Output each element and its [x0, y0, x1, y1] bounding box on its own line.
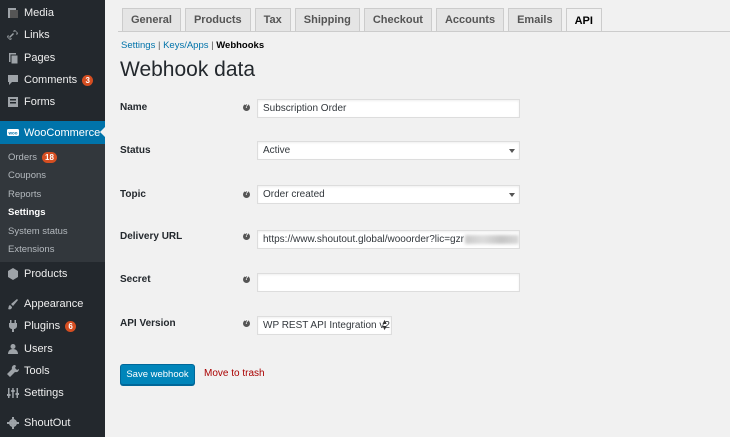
appearance-icon: [7, 298, 19, 310]
sidebar-item-tools[interactable]: Tools: [0, 360, 105, 382]
tab-divider: [118, 31, 730, 32]
help-icon[interactable]: ?: [243, 233, 250, 240]
gear-icon: [7, 417, 19, 429]
sidebar-item-label: WooCommerce: [24, 126, 101, 139]
sidebar-item-pages[interactable]: Pages: [0, 47, 105, 69]
api-version-selected-value: WP REST API Integration v2: [263, 320, 390, 331]
forms-icon: [7, 96, 19, 108]
orders-count-badge: 18: [42, 151, 57, 163]
updown-arrows-icon: ▲ ▼: [381, 319, 388, 332]
svg-text:woo: woo: [8, 130, 18, 135]
comments-count-badge: 3: [82, 74, 94, 86]
sidebar-item-users[interactable]: Users: [0, 338, 105, 360]
api-version-select[interactable]: WP REST API Integration v2 ▲ ▼: [257, 316, 392, 335]
secret-label: Secret: [120, 274, 151, 285]
subnav-separator: |: [157, 40, 161, 51]
comments-icon: [7, 74, 19, 86]
sidebar-item-label: Comments: [24, 74, 78, 86]
delivery-url-input[interactable]: https://www.shoutout.global/wooorder?lic…: [257, 230, 520, 249]
sidebar-item-settings[interactable]: Settings: [0, 382, 105, 404]
admin-sidebar: Media Links Pages Comments 3 Forms woo W…: [0, 0, 105, 437]
sidebar-item-media[interactable]: Media: [0, 2, 105, 24]
woocommerce-icon: woo: [7, 127, 19, 139]
sidebar-item-woocommerce[interactable]: woo WooCommerce: [0, 121, 105, 144]
sidebar-item-label: Plugins: [24, 320, 61, 332]
topic-selected-value: Order created: [263, 189, 325, 200]
delivery-url-label: Delivery URL: [120, 231, 183, 242]
products-icon: [7, 268, 19, 280]
tools-icon: [7, 365, 19, 377]
name-label: Name: [120, 102, 148, 113]
submenu-item-system-status[interactable]: System status: [8, 224, 68, 238]
tab-shipping[interactable]: Shipping: [294, 8, 360, 31]
topic-label: Topic: [120, 189, 146, 200]
subnav-separator: |: [211, 40, 214, 51]
settings-icon: [7, 387, 19, 399]
help-icon[interactable]: ?: [243, 104, 250, 111]
tab-checkout[interactable]: Checkout: [363, 8, 432, 31]
submenu-item-orders[interactable]: Orders 18: [8, 150, 57, 164]
subnav-keys-apps-link[interactable]: Keys/Apps: [163, 40, 208, 51]
subnav-webhooks-current: Webhooks: [216, 40, 265, 51]
sidebar-item-links[interactable]: Links: [0, 24, 105, 46]
sidebar-item-appearance[interactable]: Appearance: [0, 293, 105, 315]
submenu-item-reports[interactable]: Reports: [8, 187, 41, 201]
plugins-icon: [7, 320, 19, 332]
sidebar-item-label: Users: [24, 343, 53, 355]
delivery-url-value: https://www.shoutout.global/wooorder?lic…: [263, 234, 464, 245]
pages-icon: [7, 52, 19, 64]
submenu-item-label: Orders: [8, 151, 38, 163]
move-to-trash-link[interactable]: Move to trash: [204, 368, 265, 379]
sidebar-item-comments[interactable]: Comments 3: [0, 69, 105, 91]
sidebar-item-label: Forms: [24, 96, 56, 108]
woocommerce-submenu: Orders 18 Coupons Reports Settings Syste…: [0, 144, 105, 262]
sidebar-item-label: Appearance: [24, 298, 84, 310]
help-icon[interactable]: ?: [243, 320, 250, 327]
status-label: Status: [120, 145, 151, 156]
webhook-name-value: Subscription Order: [263, 103, 347, 114]
redacted-text: [464, 235, 519, 244]
tab-api[interactable]: API: [565, 8, 602, 32]
sidebar-item-label: ShoutOut: [24, 417, 71, 429]
users-icon: [7, 343, 19, 355]
settings-tabs: General Products Tax Shipping Checkout A…: [122, 8, 606, 32]
api-version-label: API Version: [120, 318, 176, 329]
sidebar-item-plugins[interactable]: Plugins 6: [0, 315, 105, 337]
tab-tax[interactable]: Tax: [254, 8, 291, 31]
sidebar-item-label: Products: [24, 268, 68, 280]
chevron-down-icon: [509, 193, 515, 200]
sidebar-item-forms[interactable]: Forms: [0, 91, 105, 113]
webhook-name-input[interactable]: Subscription Order: [257, 99, 520, 118]
section-subnav: Settings | Keys/Apps | Webhooks: [121, 40, 264, 51]
help-icon[interactable]: ?: [243, 191, 250, 198]
help-icon[interactable]: ?: [243, 276, 250, 283]
sidebar-item-label: Settings: [24, 387, 64, 399]
page-title: Webhook data: [120, 58, 256, 81]
sidebar-item-label: Media: [24, 7, 54, 19]
chevron-down-icon: [509, 149, 515, 156]
topic-select[interactable]: Order created: [257, 185, 520, 204]
submenu-item-settings[interactable]: Settings: [8, 205, 45, 219]
plugins-count-badge: 6: [65, 320, 77, 332]
tab-general[interactable]: General: [122, 8, 181, 31]
tab-products[interactable]: Products: [184, 8, 251, 31]
tab-emails[interactable]: Emails: [508, 8, 562, 31]
sidebar-item-shoutout[interactable]: ShoutOut: [0, 412, 105, 434]
status-selected-value: Active: [263, 145, 291, 156]
save-webhook-button[interactable]: Save webhook: [120, 364, 195, 385]
secret-input[interactable]: [257, 273, 520, 292]
submenu-item-coupons[interactable]: Coupons: [8, 168, 46, 182]
subnav-settings-link[interactable]: Settings: [121, 40, 155, 51]
sidebar-item-label: Pages: [24, 52, 56, 64]
links-icon: [7, 29, 19, 41]
status-select[interactable]: Active: [257, 141, 520, 160]
tab-accounts[interactable]: Accounts: [435, 8, 505, 31]
sidebar-item-label: Links: [24, 29, 50, 41]
media-icon: [7, 7, 19, 19]
sidebar-item-label: Tools: [24, 365, 50, 377]
submenu-item-extensions[interactable]: Extensions: [8, 242, 54, 256]
sidebar-item-products[interactable]: Products: [0, 263, 105, 285]
